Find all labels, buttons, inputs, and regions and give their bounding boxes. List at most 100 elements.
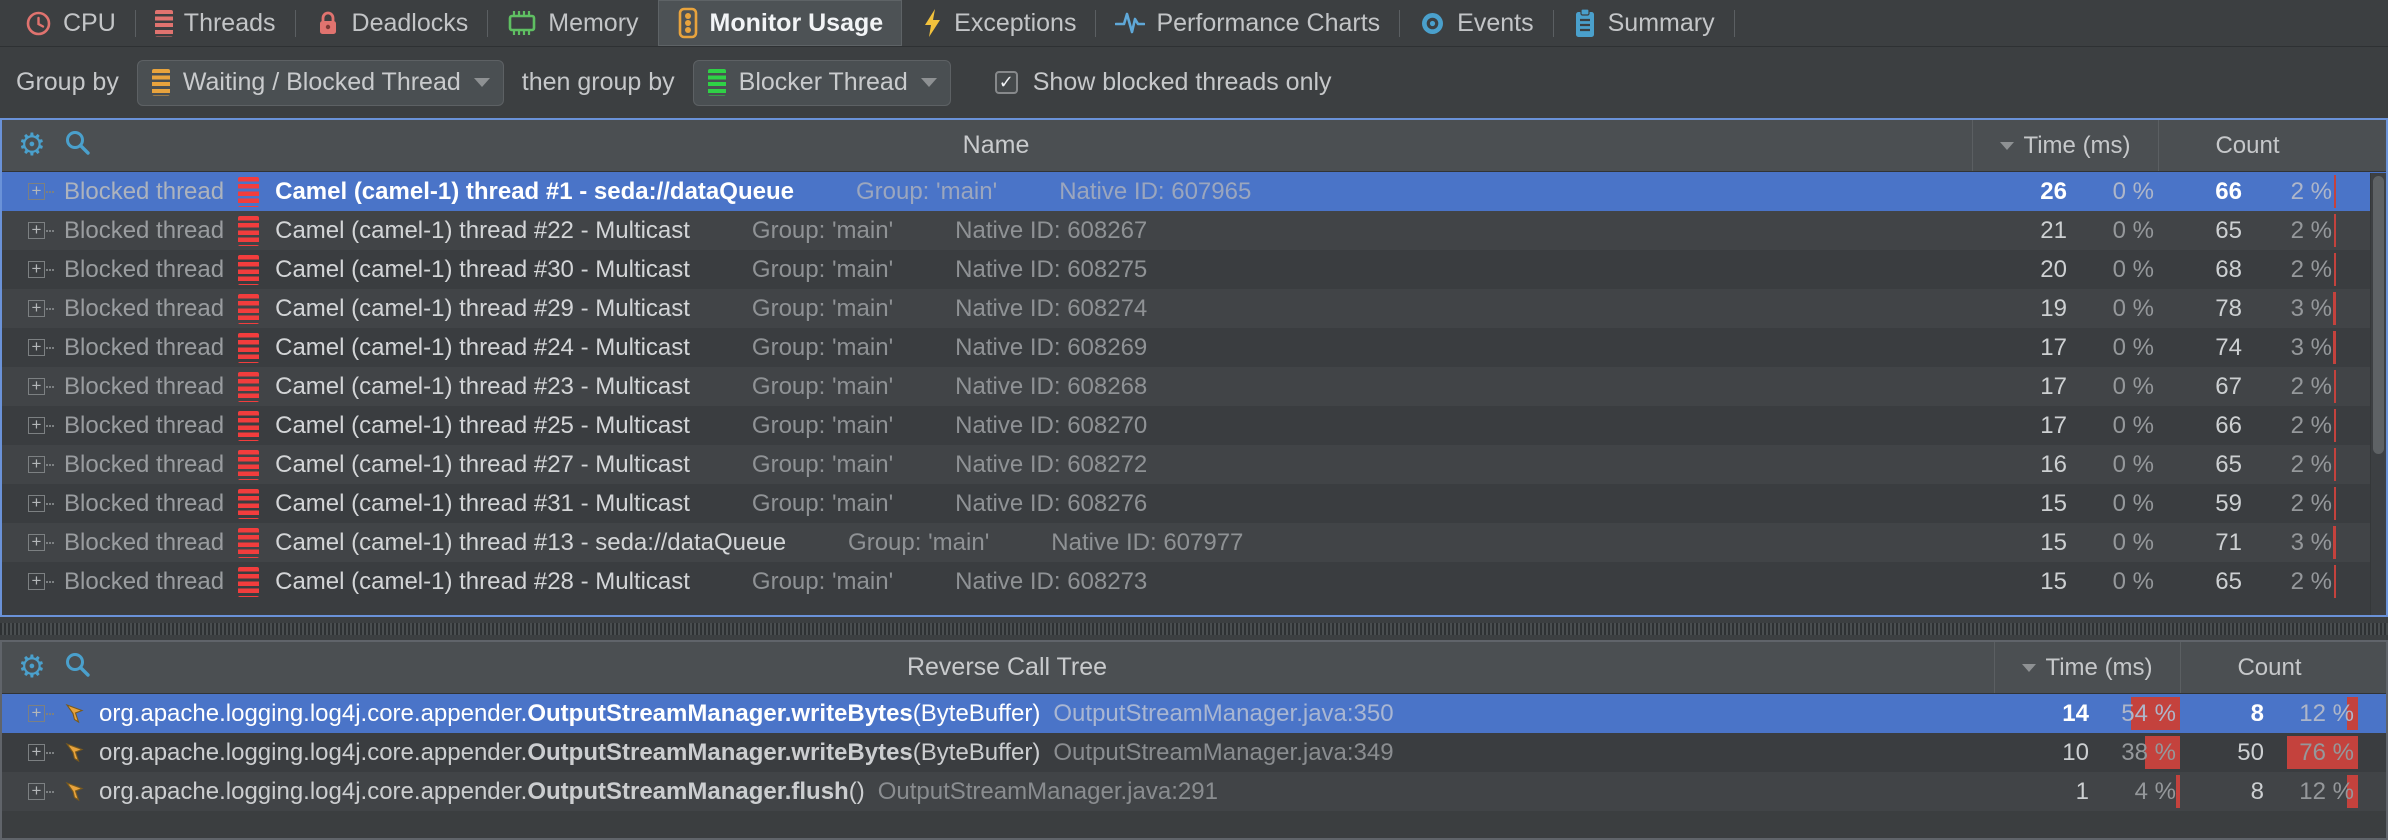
- thread-row[interactable]: +Blocked threadCamel (camel-1) thread #1…: [2, 172, 2386, 211]
- count-percent-cell: 76 %: [2264, 733, 2358, 772]
- time-value: 17: [1972, 373, 2067, 401]
- blocked-thread-icon: [238, 177, 259, 207]
- thread-row[interactable]: +Blocked threadCamel (camel-1) thread #1…: [2, 523, 2386, 562]
- count-percent-cell: 2 %: [2242, 367, 2336, 406]
- gear-icon[interactable]: ⚙: [18, 130, 46, 161]
- tree-expander-icon[interactable]: +: [28, 456, 54, 473]
- count-percent-cell: 2 %: [2242, 484, 2336, 523]
- blocker-thread-dropdown[interactable]: Blocker Thread: [693, 60, 951, 106]
- eye-icon: [1419, 10, 1446, 37]
- green-thread-bars-icon: [708, 69, 726, 96]
- tab-memory[interactable]: Memory: [488, 0, 657, 46]
- time-value: 15: [1972, 490, 2067, 518]
- time-percent-cell: 0 %: [2067, 172, 2158, 211]
- profiler-window: CPU Threads Deadlocks Memory Monitor Usa…: [0, 0, 2388, 840]
- tree-expander-icon[interactable]: +: [28, 339, 54, 356]
- thread-row[interactable]: +Blocked threadCamel (camel-1) thread #3…: [2, 250, 2386, 289]
- tab-performance-charts[interactable]: Performance Charts: [1096, 0, 1399, 46]
- tab-cpu[interactable]: CPU: [6, 0, 135, 46]
- thread-row[interactable]: +Blocked threadCamel (camel-1) thread #2…: [2, 328, 2386, 367]
- name-column-header[interactable]: Name: [2, 131, 1990, 160]
- lightning-bolt-icon: [921, 8, 943, 38]
- tree-expander-icon[interactable]: +: [28, 534, 54, 551]
- waiting-blocked-thread-dropdown[interactable]: Waiting / Blocked Thread: [137, 60, 504, 106]
- grouping-toolbar: Group by Waiting / Blocked Thread then g…: [0, 47, 2388, 118]
- orange-thread-bars-icon: [152, 69, 170, 96]
- count-value: 78: [2158, 295, 2242, 323]
- time-percent-cell: 0 %: [2067, 445, 2158, 484]
- count-percent-cell: 3 %: [2242, 328, 2336, 367]
- tab-label: Threads: [184, 9, 276, 38]
- tab-monitor-usage[interactable]: Monitor Usage: [658, 0, 903, 46]
- time-value: 10: [1994, 739, 2089, 767]
- then-group-by-label: then group by: [522, 68, 675, 97]
- thread-row[interactable]: +Blocked threadCamel (camel-1) thread #2…: [2, 445, 2386, 484]
- time-percent-cell: 0 %: [2067, 523, 2158, 562]
- tree-expander-icon[interactable]: +: [28, 261, 54, 278]
- tree-expander-icon[interactable]: +: [28, 183, 54, 200]
- count-percent-cell: 2 %: [2242, 562, 2336, 601]
- scrollbar-thumb[interactable]: [2373, 176, 2384, 454]
- tree-expander-icon[interactable]: +: [28, 783, 54, 800]
- calltree-row[interactable]: +org.apache.logging.log4j.core.appender.…: [2, 733, 2386, 772]
- tab-deadlocks[interactable]: Deadlocks: [296, 0, 488, 46]
- tab-label: Performance Charts: [1156, 9, 1380, 38]
- cpu-clock-icon: [25, 10, 52, 37]
- vertical-scrollbar[interactable]: [2370, 173, 2386, 615]
- tab-exceptions[interactable]: Exceptions: [902, 0, 1095, 46]
- search-icon[interactable]: [64, 651, 91, 685]
- tab-summary[interactable]: Summary: [1554, 0, 1734, 46]
- method-arrow-icon: [64, 780, 87, 803]
- time-percent-cell: 54 %: [2089, 694, 2180, 733]
- blocked-thread-icon: [238, 333, 259, 363]
- time-value: 15: [1972, 568, 2067, 596]
- thread-row[interactable]: +Blocked threadCamel (camel-1) thread #2…: [2, 406, 2386, 445]
- traffic-light-icon: [677, 7, 699, 39]
- count-percent-cell: 2 %: [2242, 445, 2336, 484]
- calltree-row[interactable]: +org.apache.logging.log4j.core.appender.…: [2, 694, 2386, 733]
- tree-expander-icon[interactable]: +: [28, 495, 54, 512]
- panel-splitter[interactable]: [0, 617, 2388, 640]
- tree-expander-icon[interactable]: +: [28, 705, 54, 722]
- tree-expander-icon[interactable]: +: [28, 744, 54, 761]
- tab-separator: [1734, 10, 1735, 37]
- tab-events[interactable]: Events: [1400, 0, 1552, 46]
- count-value: 59: [2158, 490, 2242, 518]
- calltree-title: Reverse Call Tree: [2, 653, 2012, 682]
- count-column-header[interactable]: Count: [2180, 642, 2358, 693]
- search-icon[interactable]: [64, 129, 91, 163]
- count-percent-cell: 12 %: [2264, 694, 2358, 733]
- time-value: 14: [1994, 700, 2089, 728]
- count-value: 71: [2158, 529, 2242, 557]
- dropdown-value: Blocker Thread: [739, 68, 908, 97]
- tab-label: Memory: [548, 9, 638, 38]
- thread-row[interactable]: +Blocked threadCamel (camel-1) thread #2…: [2, 289, 2386, 328]
- show-blocked-threads-checkbox[interactable]: ✓ Show blocked threads only: [995, 68, 1332, 97]
- tab-label: Exceptions: [954, 9, 1076, 38]
- time-percent-cell: 0 %: [2067, 562, 2158, 601]
- time-value: 19: [1972, 295, 2067, 323]
- tab-threads[interactable]: Threads: [136, 0, 295, 46]
- thread-row[interactable]: +Blocked threadCamel (camel-1) thread #2…: [2, 367, 2386, 406]
- time-percent-cell: 38 %: [2089, 733, 2180, 772]
- tree-expander-icon[interactable]: +: [28, 417, 54, 434]
- thread-row[interactable]: +Blocked threadCamel (camel-1) thread #2…: [2, 562, 2386, 601]
- deadlock-lock-icon: [315, 9, 341, 37]
- tree-expander-icon[interactable]: +: [28, 222, 54, 239]
- time-percent-cell: 0 %: [2067, 328, 2158, 367]
- time-column-header[interactable]: Time (ms): [1994, 642, 2180, 693]
- time-value: 26: [1972, 178, 2067, 206]
- calltree-row[interactable]: +org.apache.logging.log4j.core.appender.…: [2, 772, 2386, 811]
- thread-row[interactable]: +Blocked threadCamel (camel-1) thread #2…: [2, 211, 2386, 250]
- count-column-header[interactable]: Count: [2158, 120, 2336, 171]
- tree-expander-icon[interactable]: +: [28, 378, 54, 395]
- time-percent-cell: 0 %: [2067, 367, 2158, 406]
- tree-expander-icon[interactable]: +: [28, 300, 54, 317]
- gear-icon[interactable]: ⚙: [18, 652, 46, 683]
- blocked-threads-panel: ⚙ Name Time (ms) Count +Blocked threadCa…: [0, 118, 2388, 617]
- sort-descending-icon: [2022, 664, 2036, 672]
- reverse-call-tree-panel: ⚙ Reverse Call Tree Time (ms) Count +org…: [0, 640, 2388, 840]
- time-column-header[interactable]: Time (ms): [1972, 120, 2158, 171]
- tree-expander-icon[interactable]: +: [28, 573, 54, 590]
- thread-row[interactable]: +Blocked threadCamel (camel-1) thread #3…: [2, 484, 2386, 523]
